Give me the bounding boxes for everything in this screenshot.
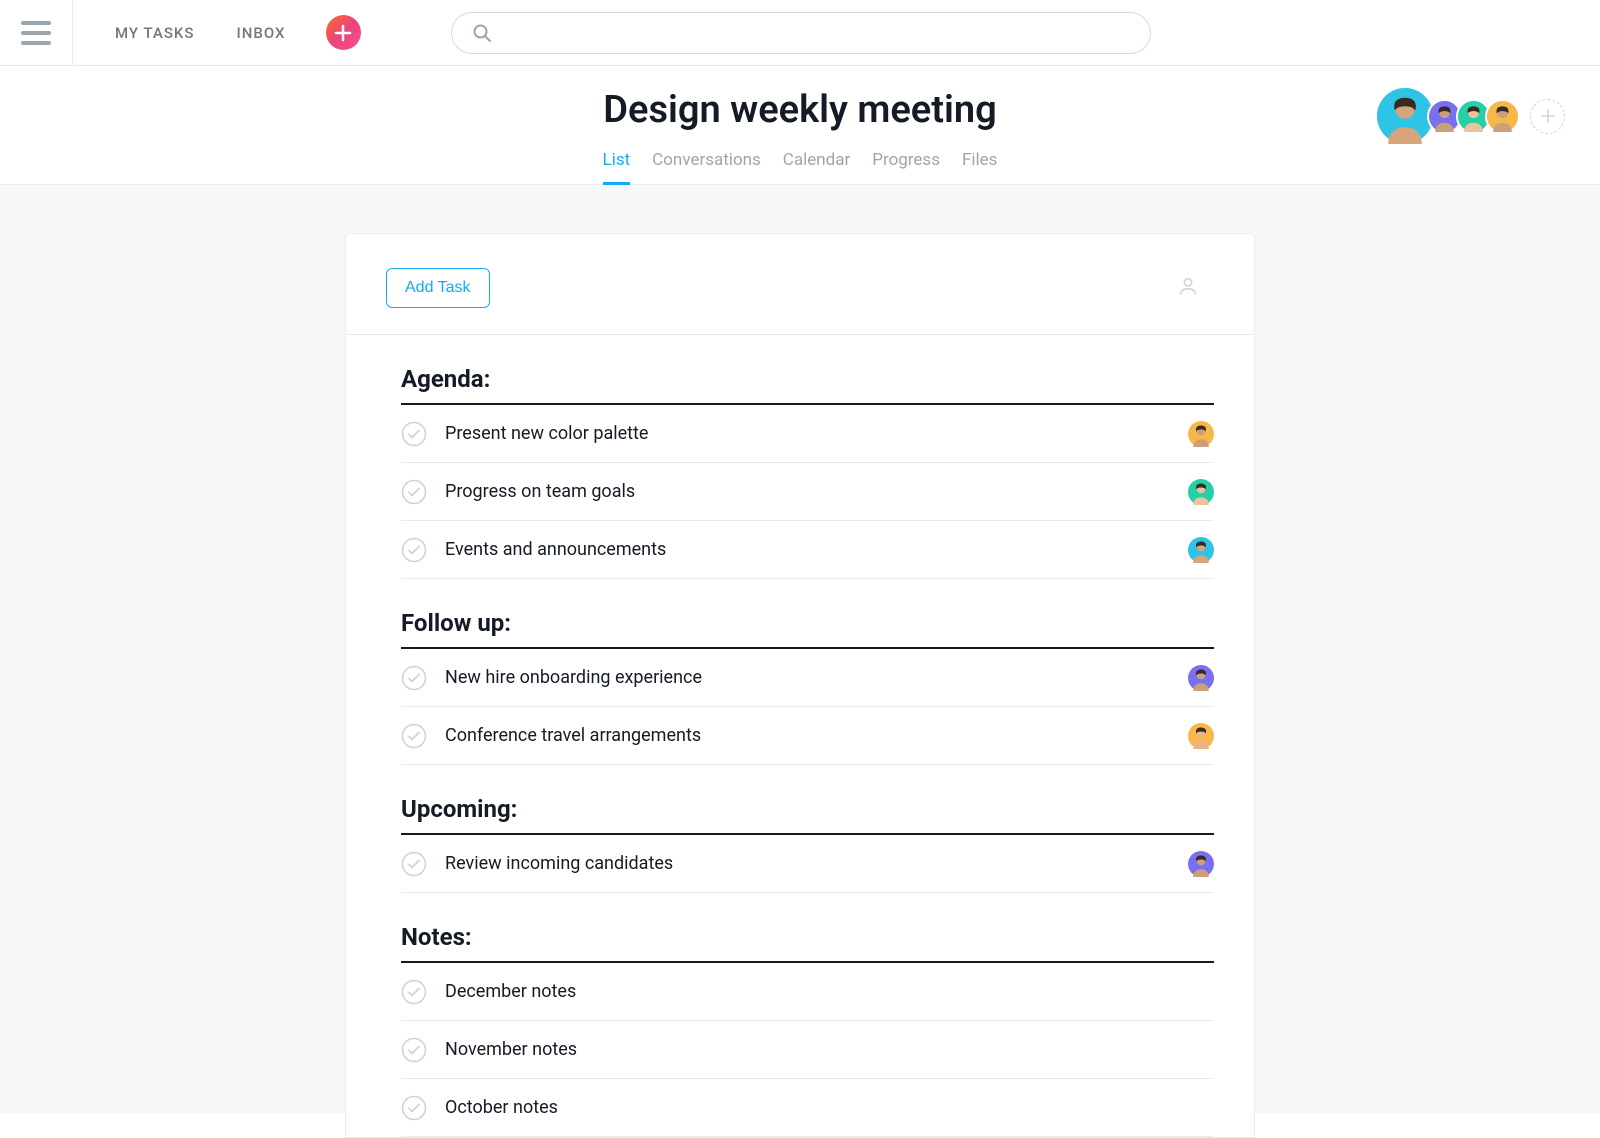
- panel-header: Add Task: [346, 234, 1254, 335]
- tab-calendar[interactable]: Calendar: [783, 150, 850, 184]
- task-assignee-avatar[interactable]: [1188, 537, 1214, 563]
- task-assignee-avatar[interactable]: [1188, 421, 1214, 447]
- check-circle-icon: [401, 1037, 427, 1063]
- tab-progress[interactable]: Progress: [872, 150, 940, 184]
- task-row[interactable]: Conference travel arrangements: [401, 707, 1214, 765]
- task-title: Present new color palette: [445, 423, 1188, 444]
- nav-inbox[interactable]: INBOX: [237, 24, 286, 42]
- check-circle-icon: [401, 479, 427, 505]
- task-row[interactable]: New hire onboarding experience: [401, 649, 1214, 707]
- search-field[interactable]: [502, 24, 1130, 42]
- plus-icon: [334, 24, 352, 42]
- member-avatar[interactable]: [1485, 99, 1520, 134]
- task-row[interactable]: Progress on team goals: [401, 463, 1214, 521]
- topbar: MY TASKS INBOX: [0, 0, 1600, 66]
- task-assignee-avatar[interactable]: [1188, 851, 1214, 877]
- menu-button-wrap: [0, 0, 73, 65]
- project-title: Design weekly meeting: [0, 66, 1600, 132]
- task-complete-button[interactable]: [401, 479, 427, 505]
- search-input[interactable]: [451, 12, 1151, 54]
- task-assignee-avatar[interactable]: [1188, 479, 1214, 505]
- project-header: Design weekly meeting List Conversations C…: [0, 66, 1600, 185]
- task-row[interactable]: Present new color palette: [401, 405, 1214, 463]
- task-title: December notes: [445, 981, 1214, 1002]
- tab-conversations[interactable]: Conversations: [652, 150, 761, 184]
- search-wrap: [451, 12, 1151, 54]
- task-title: Events and announcements: [445, 539, 1188, 560]
- section: Notes: December notes November notes Oct…: [346, 893, 1254, 1137]
- plus-icon: [1541, 109, 1555, 123]
- project-tabs: List Conversations Calendar Progress Files: [0, 150, 1600, 184]
- assignee-filter-button[interactable]: [1177, 275, 1199, 301]
- check-circle-icon: [401, 537, 427, 563]
- task-assignee-avatar[interactable]: [1188, 665, 1214, 691]
- task-complete-button[interactable]: [401, 851, 427, 877]
- check-circle-icon: [401, 979, 427, 1005]
- section: Agenda: Present new color palette Progre…: [346, 335, 1254, 579]
- task-panel: Add Task Agenda: Present new color palet…: [345, 233, 1255, 1138]
- person-icon: [1177, 275, 1199, 297]
- section-title[interactable]: Follow up:: [401, 579, 1214, 649]
- tab-list[interactable]: List: [603, 150, 631, 184]
- task-complete-button[interactable]: [401, 421, 427, 447]
- check-circle-icon: [401, 723, 427, 749]
- nav-my-tasks[interactable]: MY TASKS: [115, 24, 195, 42]
- task-row[interactable]: Review incoming candidates: [401, 835, 1214, 893]
- section-title[interactable]: Notes:: [401, 893, 1214, 963]
- task-row[interactable]: Events and announcements: [401, 521, 1214, 579]
- body-area: Add Task Agenda: Present new color palet…: [0, 185, 1600, 1113]
- tab-files[interactable]: Files: [962, 150, 997, 184]
- task-title: November notes: [445, 1039, 1214, 1060]
- task-row[interactable]: November notes: [401, 1021, 1214, 1079]
- task-complete-button[interactable]: [401, 979, 427, 1005]
- task-title: Progress on team goals: [445, 481, 1188, 502]
- task-row[interactable]: December notes: [401, 963, 1214, 1021]
- task-complete-button[interactable]: [401, 537, 427, 563]
- search-icon: [472, 23, 492, 43]
- add-member-button[interactable]: [1530, 99, 1565, 134]
- task-complete-button[interactable]: [401, 665, 427, 691]
- check-circle-icon: [401, 421, 427, 447]
- task-complete-button[interactable]: [401, 723, 427, 749]
- member-avatar[interactable]: [1377, 88, 1433, 144]
- task-complete-button[interactable]: [401, 1037, 427, 1063]
- task-title: Review incoming candidates: [445, 853, 1188, 874]
- section-title[interactable]: Agenda:: [401, 335, 1214, 405]
- task-title: New hire onboarding experience: [445, 667, 1188, 688]
- section: Follow up: New hire onboarding experienc…: [346, 579, 1254, 765]
- section: Upcoming: Review incoming candidates: [346, 765, 1254, 893]
- add-task-button[interactable]: Add Task: [386, 268, 490, 308]
- quick-add-button[interactable]: [326, 15, 361, 50]
- section-title[interactable]: Upcoming:: [401, 765, 1214, 835]
- task-complete-button[interactable]: [401, 1095, 427, 1121]
- check-circle-icon: [401, 851, 427, 877]
- members-list: [1377, 88, 1565, 144]
- task-title: Conference travel arrangements: [445, 725, 1188, 746]
- task-title: October notes: [445, 1097, 1214, 1118]
- task-row[interactable]: October notes: [401, 1079, 1214, 1137]
- check-circle-icon: [401, 665, 427, 691]
- top-nav: MY TASKS INBOX: [73, 24, 286, 42]
- task-assignee-avatar[interactable]: [1188, 723, 1214, 749]
- menu-button[interactable]: [21, 21, 51, 45]
- check-circle-icon: [401, 1095, 427, 1121]
